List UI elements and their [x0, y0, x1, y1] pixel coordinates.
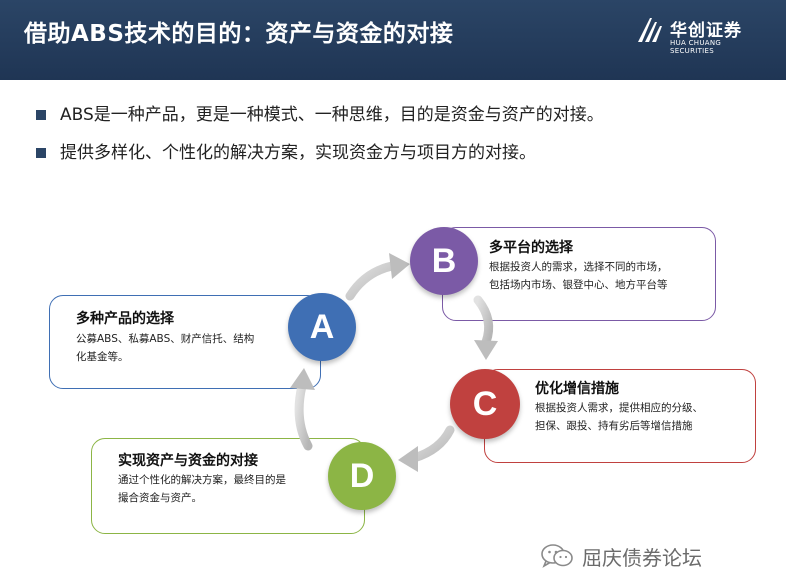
node-letter-d: D — [349, 457, 375, 495]
node-letter-a: A — [309, 308, 335, 346]
watermark-text: 屈庆债券论坛 — [582, 546, 702, 570]
wechat-icon — [541, 544, 573, 568]
arrow-c-to-d-icon — [398, 425, 455, 472]
node-letter-c: C — [472, 385, 498, 423]
arrow-b-to-c-icon — [473, 295, 498, 360]
watermark: 屈庆债券论坛 — [540, 542, 760, 570]
cycle-arrows — [290, 253, 498, 472]
arrow-a-to-b-icon — [345, 253, 410, 301]
node-circle-c: C — [450, 369, 520, 439]
node-circle-a: A — [288, 293, 356, 361]
node-circle-b: B — [410, 227, 478, 295]
node-circle-d: D — [328, 442, 396, 510]
arrow-d-to-a-icon — [290, 368, 315, 451]
node-letter-b: B — [431, 242, 457, 280]
